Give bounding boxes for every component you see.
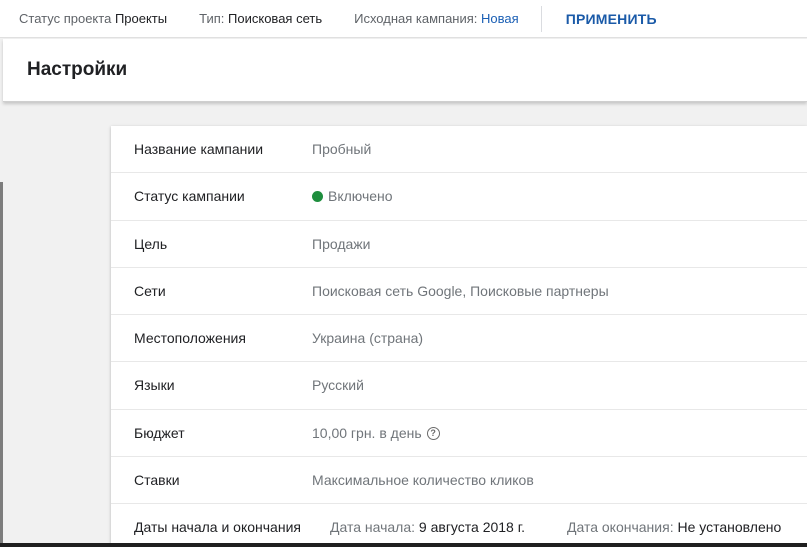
setting-row-bids[interactable]: Ставки Максимальное количество кликов: [111, 457, 807, 505]
project-status: Статус проекта Проекты: [19, 11, 167, 26]
apply-button[interactable]: ПРИМЕНИТЬ: [566, 11, 657, 27]
setting-label: Цель: [134, 235, 168, 252]
source-campaign-label: Исходная кампания:: [354, 11, 478, 26]
setting-value: Максимальное количество кликов: [312, 472, 534, 489]
end-date: Дата окончания: Не установлено: [567, 519, 781, 535]
bottom-border: [0, 543, 807, 547]
project-status-value: Проекты: [114, 11, 168, 26]
setting-label: Название кампании: [134, 141, 264, 157]
toolbar-divider: [540, 5, 542, 32]
settings-header: Настройки: [3, 39, 807, 102]
setting-value-wrap: 10,00 грн. в день?: [312, 425, 440, 441]
campaign-type-label: Тип:: [199, 11, 225, 26]
setting-value: Пробный: [312, 141, 372, 157]
source-campaign-link[interactable]: Новая: [481, 11, 519, 26]
setting-row-languages[interactable]: Языки Русский: [111, 362, 807, 410]
setting-row-campaign-name[interactable]: Название кампании Пробный: [111, 126, 807, 174]
page-title: Настройки: [27, 59, 128, 80]
settings-card: Название кампании Пробный Статус кампани…: [111, 126, 807, 547]
setting-value: Поисковая сеть Google, Поисковые партнер…: [312, 282, 609, 299]
setting-value: 10,00 грн. в день: [312, 424, 422, 441]
setting-row-locations[interactable]: Местоположения Украина (страна): [111, 315, 807, 363]
setting-row-budget[interactable]: Бюджет 10,00 грн. в день?: [111, 410, 807, 458]
setting-label: Даты начала и окончания: [134, 519, 301, 536]
setting-value: Украина (страна): [312, 330, 424, 347]
setting-value-wrap: Включено: [312, 188, 393, 204]
setting-label: Бюджет: [134, 424, 185, 441]
setting-label: Местоположения: [134, 330, 246, 347]
source-campaign: Исходная кампания: Новая: [354, 11, 519, 26]
end-date-value: Не установлено: [677, 519, 782, 536]
start-date: Дата начала: 9 августа 2018 г.: [330, 519, 525, 535]
setting-row-dates[interactable]: Даты начала и окончания Дата начала: 9 а…: [111, 504, 807, 547]
end-date-label: Дата окончания:: [567, 519, 674, 536]
start-date-label: Дата начала:: [330, 519, 416, 536]
setting-label: Статус кампании: [134, 188, 245, 205]
setting-row-networks[interactable]: Сети Поисковая сеть Google, Поисковые па…: [111, 268, 807, 316]
start-date-value: 9 августа 2018 г.: [418, 519, 526, 536]
setting-label: Сети: [134, 282, 166, 299]
campaign-type: Тип: Поисковая сеть: [199, 11, 322, 26]
left-edge-bar: [0, 182, 3, 547]
setting-row-campaign-status[interactable]: Статус кампании Включено: [111, 173, 807, 221]
status-dot-icon: [312, 191, 323, 203]
campaign-type-value: Поисковая сеть: [228, 11, 323, 26]
setting-label: Языки: [134, 377, 175, 394]
top-bar: Статус проекта Проекты Тип: Поисковая се…: [0, 0, 807, 38]
help-circle-icon[interactable]: ?: [426, 426, 440, 440]
setting-value: Включено: [328, 188, 393, 205]
setting-value: Продажи: [312, 235, 371, 252]
setting-value: Русский: [312, 377, 364, 394]
project-status-label: Статус проекта: [19, 11, 112, 26]
setting-row-goal[interactable]: Цель Продажи: [111, 221, 807, 268]
setting-label: Ставки: [134, 472, 180, 489]
